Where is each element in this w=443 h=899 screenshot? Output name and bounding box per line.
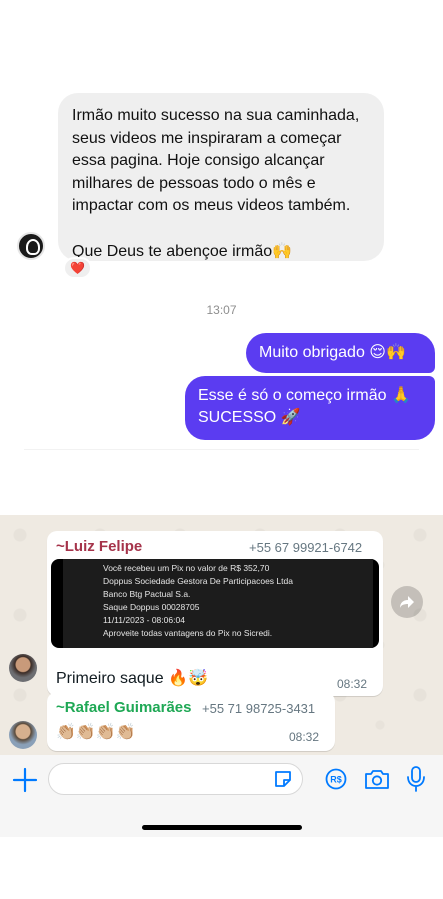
message-input[interactable]	[48, 763, 303, 795]
receipt-line: Aproveite todas vantagens do Pix no Sicr…	[103, 628, 273, 638]
message-text: Esse é só o começo irmão 🙏	[198, 387, 411, 404]
camera-icon[interactable]	[364, 768, 390, 790]
avatar[interactable]	[9, 721, 37, 749]
sender-name[interactable]: ~Luiz Felipe	[56, 538, 142, 555]
divider	[24, 449, 419, 450]
receipt-line: Você recebeu um Pix no valor de R$ 352,7…	[103, 563, 270, 573]
sticker-icon[interactable]	[273, 769, 293, 789]
heart-reaction[interactable]: ❤️	[63, 257, 92, 279]
forward-icon	[400, 596, 414, 608]
receipt-line: Banco Btg Pactual S.a.	[103, 589, 191, 599]
message-line: seus videos me inspiraram a começar	[72, 129, 342, 147]
receipt-line: Saque Doppus 00028705	[103, 602, 200, 612]
receipt-line: 11/11/2023 - 08:06:04	[103, 615, 185, 625]
payment-icon[interactable]: R$	[325, 768, 347, 790]
message-blessing: Que Deus te abençoe irmão🙌	[72, 242, 293, 260]
home-indicator[interactable]	[142, 825, 302, 830]
message-text: Primeiro saque 🔥🤯	[56, 670, 208, 687]
chat-message[interactable]: ~Rafael Guimarães +55 71 98725-3431 👏🏼👏🏼…	[47, 692, 335, 751]
message-time: 08:32	[337, 677, 368, 691]
forward-button[interactable]	[391, 586, 423, 618]
receipt-line: Doppus Sociedade Gestora De Participacoe…	[103, 576, 293, 586]
message-text: Muito obrigado 😌🙌	[259, 344, 406, 361]
message-timestamp: 13:07	[206, 303, 237, 317]
message-time: 08:32	[289, 730, 320, 744]
message-composer: R$	[0, 755, 443, 807]
svg-text:R$: R$	[330, 775, 342, 785]
message-line: essa pagina. Hoje consigo alcançar	[72, 152, 325, 169]
microphone-icon[interactable]	[406, 765, 426, 793]
sender-phone: +55 67 99921-6742	[249, 540, 363, 555]
sender-phone: +55 71 98725-3431	[202, 701, 316, 716]
sender-avatar[interactable]	[17, 232, 45, 260]
message-text: SUCESSO 🚀	[198, 409, 301, 426]
message-line: milhares de pessoas todo o mês e	[72, 174, 316, 192]
message-line: impactar com os meus videos também.	[72, 197, 351, 214]
outgoing-message-bubble[interactable]: Muito obrigado 😌🙌	[246, 333, 435, 373]
outgoing-message-bubble[interactable]: Esse é só o começo irmão 🙏 SUCESSO 🚀	[185, 376, 435, 440]
avatar[interactable]	[9, 654, 37, 682]
whatsapp-chat: ~Luiz Felipe +55 67 99921-6742 Você rece…	[0, 515, 443, 837]
bottom-safe-area	[0, 807, 443, 837]
message-line: Irmão muito sucesso na sua caminhada,	[72, 107, 360, 124]
chat-message[interactable]: ~Luiz Felipe +55 67 99921-6742 Você rece…	[47, 531, 383, 696]
plus-icon[interactable]	[12, 767, 38, 793]
incoming-message-bubble[interactable]: Irmão muito sucesso na sua caminhada, se…	[58, 93, 384, 261]
sender-name[interactable]: ~Rafael Guimarães	[56, 699, 192, 716]
pix-receipt-image[interactable]: Você recebeu um Pix no valor de R$ 352,7…	[51, 559, 379, 648]
message-text: 👏🏼👏🏼👏🏼👏🏼	[56, 724, 136, 741]
instagram-dm-thread: Irmão muito sucesso na sua caminhada, se…	[0, 0, 443, 452]
